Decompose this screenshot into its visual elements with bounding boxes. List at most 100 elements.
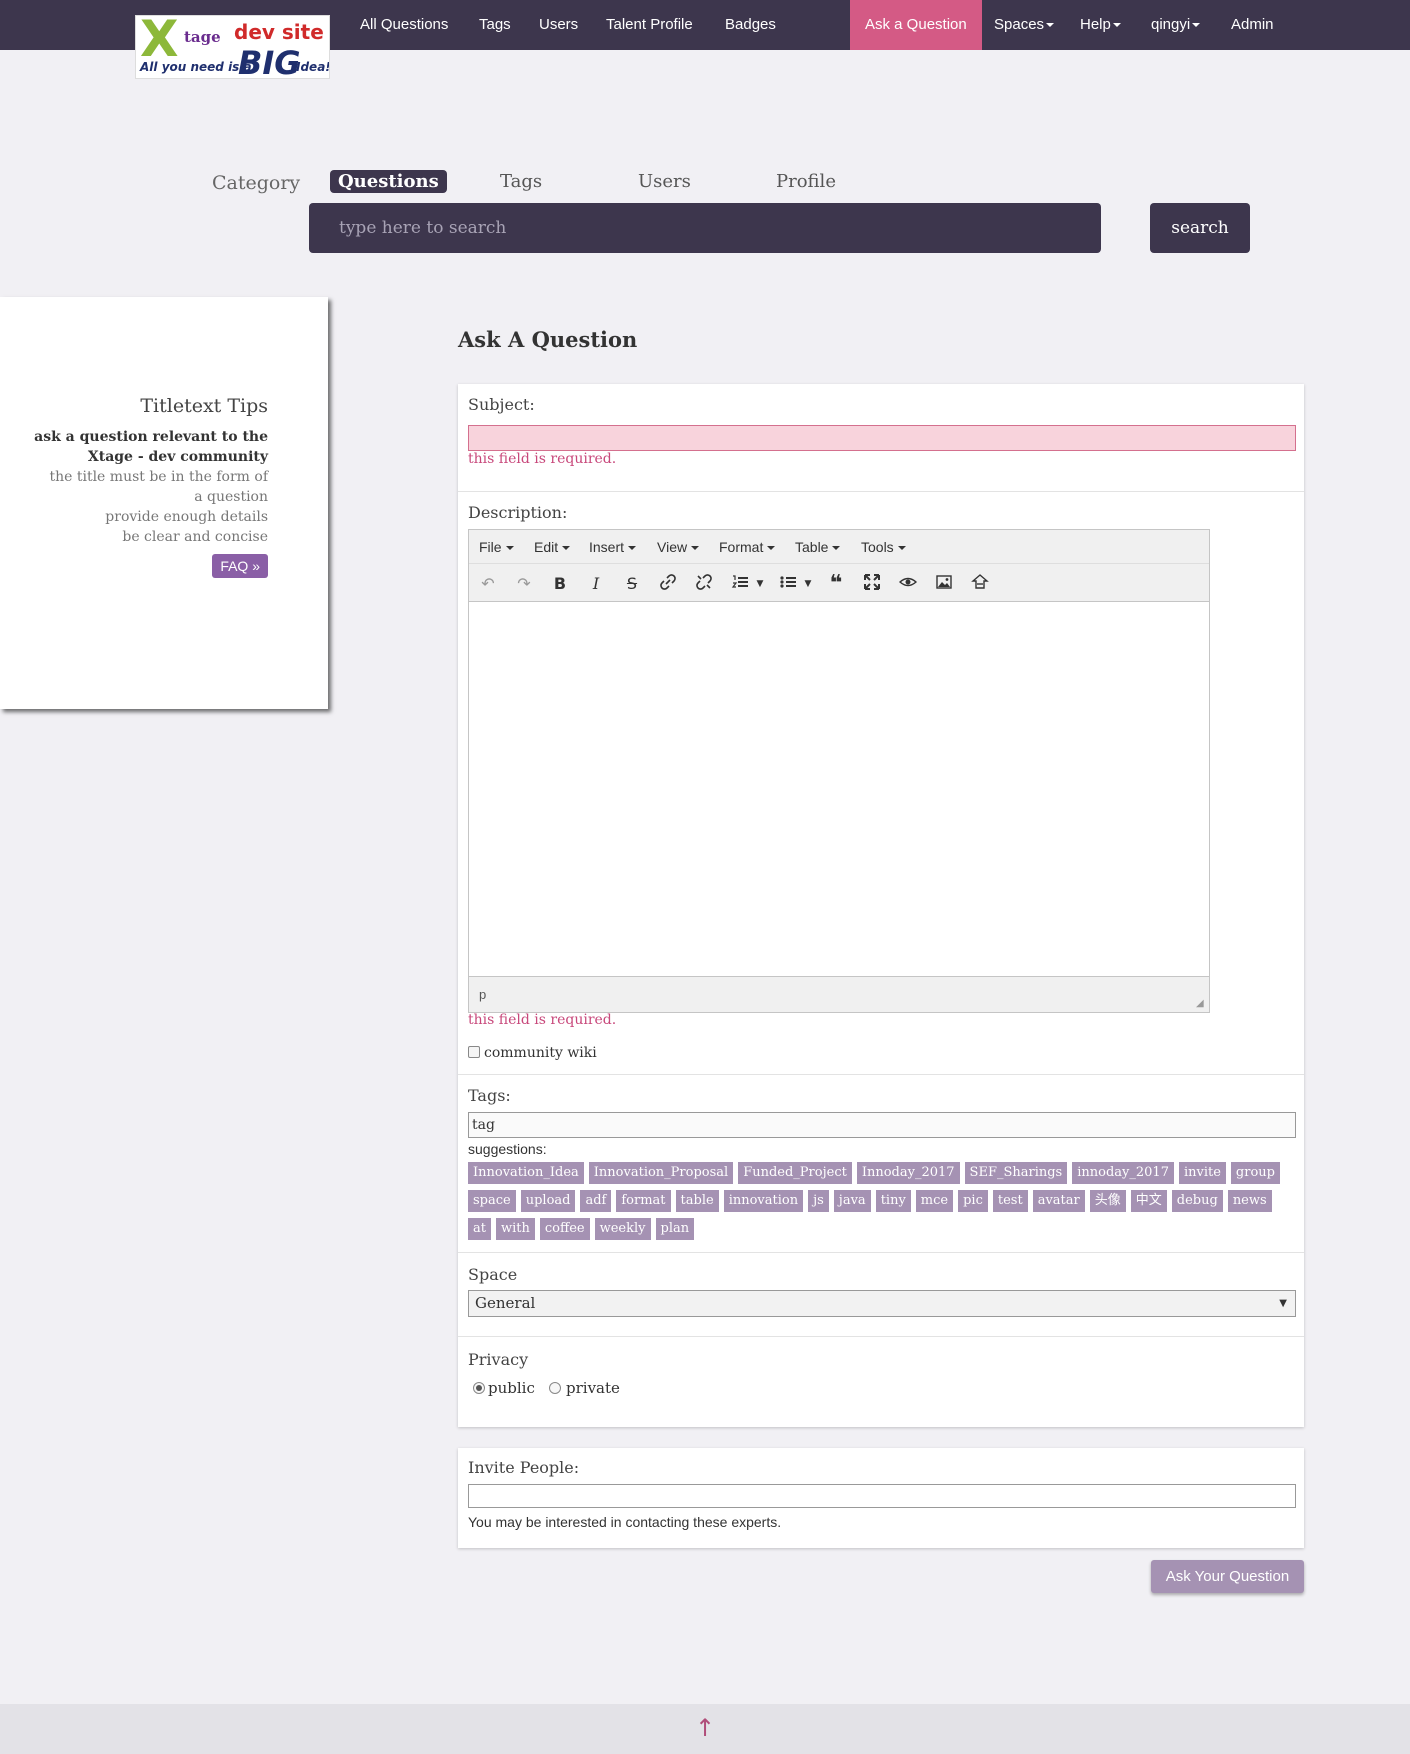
tag-suggestion-chip[interactable]: tiny [875,1190,911,1212]
bold-icon[interactable]: B [549,573,571,595]
link-icon[interactable] [657,573,679,595]
nav-help-dropdown[interactable]: Help [1080,0,1121,50]
bullet-list-glyph [780,576,796,588]
nav-ask-question[interactable]: Ask a Question [850,0,982,50]
menu-label: Edit [534,539,559,555]
faq-button[interactable]: FAQ » [212,554,268,578]
invite-label: Invite People: [468,1458,580,1477]
tag-suggestion-chip[interactable]: adf [580,1190,612,1212]
editor-toolbar: ↶ ↷ B I S ▼ ▼ ❝ [469,564,1209,602]
tag-suggestion-chip[interactable]: invite [1178,1162,1226,1184]
search-tab-profile[interactable]: Profile [776,171,836,192]
tag-suggestion-chip[interactable]: at [468,1218,491,1240]
tag-suggestion-chip[interactable]: Funded_Project [738,1162,852,1184]
nav-tags[interactable]: Tags [479,0,511,50]
chevron-down-icon[interactable]: ▼ [803,573,813,595]
tag-suggestion-chip[interactable]: group [1230,1162,1280,1184]
tag-suggestion-chip[interactable]: debug [1171,1190,1223,1212]
tag-suggestion-chip[interactable]: innoday_2017 [1072,1162,1174,1184]
tag-suggestion-chip[interactable]: mce [915,1190,954,1212]
back-to-top-icon[interactable]: ↑ [695,1714,715,1742]
fullscreen-icon[interactable] [861,573,883,595]
tag-suggestion-chip[interactable]: news [1227,1190,1272,1212]
nav-talent-profile[interactable]: Talent Profile [606,0,693,50]
search-category-label: Category [212,172,301,194]
editor-menu-table[interactable]: Table [795,539,841,555]
site-logo[interactable]: X tage dev site All you need is a BIG Id… [135,15,330,79]
tag-suggestion-chip[interactable]: 头像 [1089,1190,1126,1212]
numbered-list-icon[interactable] [729,573,751,595]
undo-icon[interactable]: ↶ [477,573,499,595]
tag-suggestion-chip[interactable]: plan [655,1218,695,1240]
insert-image-icon[interactable] [933,573,955,595]
tag-suggestion-chip[interactable]: format [616,1190,671,1212]
tag-suggestion-chip[interactable]: avatar [1032,1190,1085,1212]
nav-user-dropdown[interactable]: qingyi [1151,0,1201,50]
search-tab-questions[interactable]: Questions [330,170,447,193]
tag-suggestion-chip[interactable]: with [495,1218,535,1240]
space-select[interactable]: General ▼ [468,1290,1296,1317]
tag-suggestion-chip[interactable]: innovation [723,1190,804,1212]
tags-input[interactable]: tag [468,1112,1296,1138]
nav-spaces-dropdown[interactable]: Spaces [994,0,1055,50]
preview-icon[interactable] [897,573,919,595]
editor-menu-tools[interactable]: Tools [861,539,906,555]
tag-suggestion-chip[interactable]: Innoday_2017 [856,1162,960,1184]
logo-site-name: dev site [234,20,324,44]
tag-suggestion-chip[interactable]: space [468,1190,516,1212]
chevron-down-icon [628,546,637,551]
tag-suggestion-chip[interactable]: Innovation_Idea [468,1162,584,1184]
nav-admin[interactable]: Admin [1231,0,1274,50]
community-wiki-checkbox[interactable] [468,1046,480,1058]
editor-menu-insert[interactable]: Insert [589,539,637,555]
unlink-glyph [696,574,712,590]
upload-glyph [971,574,989,589]
editor-statusbar: p ◢ [469,976,1209,1012]
search-tab-users[interactable]: Users [638,171,691,192]
chevron-down-icon [505,546,514,551]
editor-menu-format[interactable]: Format [719,539,776,555]
search-button[interactable]: search [1150,203,1250,253]
editor-menu-edit[interactable]: Edit [534,539,571,555]
editor-menu-view[interactable]: View [657,539,700,555]
chevron-down-icon [691,546,700,551]
italic-icon[interactable]: I [585,573,607,595]
subject-input[interactable] [468,425,1296,451]
tag-suggestion-chip[interactable]: 中文 [1130,1190,1167,1212]
tag-suggestion-chip[interactable]: js [808,1190,829,1212]
editor-content-area[interactable] [469,602,1209,976]
privacy-private-radio[interactable] [549,1382,561,1394]
eye-glyph [898,577,918,587]
nav-user-label: qingyi [1151,16,1191,33]
redo-icon[interactable]: ↷ [513,573,535,595]
tips-title: Titletext Tips [140,395,268,417]
ask-question-submit-button[interactable]: Ask Your Question [1151,1560,1304,1593]
upload-icon[interactable] [969,573,991,595]
tag-suggestion-chip[interactable]: coffee [539,1218,590,1240]
tag-suggestion-chip[interactable]: weekly [594,1218,651,1240]
tag-suggestion-chip[interactable]: pic [958,1190,988,1212]
chevron-down-icon[interactable]: ▼ [755,573,765,595]
tag-suggestion-chip[interactable]: upload [520,1190,576,1212]
tag-suggestion-chip[interactable]: Innovation_Proposal [588,1162,734,1184]
bullet-list-icon[interactable] [777,573,799,595]
blockquote-icon[interactable]: ❝ [825,573,847,595]
nav-users[interactable]: Users [539,0,578,50]
invite-people-input[interactable] [468,1484,1296,1508]
tag-suggestion-chip[interactable]: java [833,1190,871,1212]
resize-handle-icon[interactable]: ◢ [1196,999,1206,1009]
tag-suggestion-chip[interactable]: test [992,1190,1028,1212]
editor-menu-file[interactable]: File [479,539,514,555]
divider [458,1074,1304,1075]
nav-all-questions[interactable]: All Questions [360,0,448,50]
nav-help-label: Help [1080,16,1111,33]
strikethrough-icon[interactable]: S [621,573,643,595]
privacy-public-radio[interactable] [473,1382,485,1394]
unlink-icon[interactable] [693,573,715,595]
search-tab-tags[interactable]: Tags [500,171,542,192]
tag-suggestion-chip[interactable]: SEF_Sharings [964,1162,1068,1184]
tag-suggestion-chip[interactable]: table [675,1190,719,1212]
nav-badges[interactable]: Badges [725,0,776,50]
chevron-down-icon [562,546,571,551]
search-input[interactable]: type here to search [309,203,1101,253]
